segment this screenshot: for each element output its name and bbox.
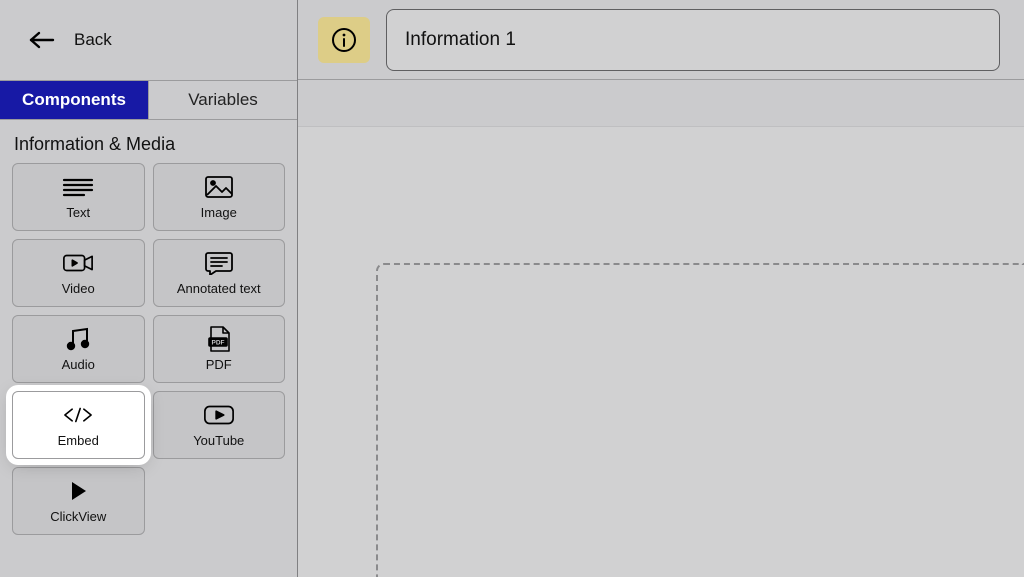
- tab-variables[interactable]: Variables: [148, 81, 297, 119]
- play-icon: [62, 479, 94, 503]
- tile-youtube[interactable]: YouTube: [153, 391, 286, 459]
- tile-image[interactable]: Image: [153, 163, 286, 231]
- tile-pdf[interactable]: PDF PDF: [153, 315, 286, 383]
- right-panel: [298, 0, 1024, 577]
- image-icon: [203, 175, 235, 199]
- title-input[interactable]: [386, 9, 1000, 71]
- tile-label: Video: [62, 281, 95, 296]
- tile-label: YouTube: [193, 433, 244, 448]
- left-panel: Back Components Variables Information & …: [0, 0, 298, 577]
- tile-label: Image: [201, 205, 237, 220]
- tile-label: PDF: [206, 357, 232, 372]
- tile-label: Text: [66, 205, 90, 220]
- component-grid: Text Image: [0, 163, 297, 535]
- pdf-icon: PDF: [203, 327, 235, 351]
- header-gap: [298, 80, 1024, 126]
- tile-annotated-text[interactable]: Annotated text: [153, 239, 286, 307]
- tile-embed[interactable]: Embed: [12, 391, 145, 459]
- tile-label: Audio: [62, 357, 95, 372]
- tile-label: ClickView: [50, 509, 106, 524]
- youtube-icon: [203, 403, 235, 427]
- back-button[interactable]: Back: [0, 0, 297, 80]
- audio-icon: [62, 327, 94, 351]
- tile-label: Annotated text: [177, 281, 261, 296]
- svg-text:PDF: PDF: [211, 339, 224, 346]
- tile-clickview[interactable]: ClickView: [12, 467, 145, 535]
- arrow-left-icon: [28, 26, 56, 54]
- tile-text[interactable]: Text: [12, 163, 145, 231]
- right-header: [298, 0, 1024, 80]
- tab-row: Components Variables: [0, 80, 297, 120]
- info-icon: [331, 27, 357, 53]
- back-label: Back: [74, 30, 112, 50]
- text-lines-icon: [62, 175, 94, 199]
- section-title: Information & Media: [0, 120, 297, 163]
- info-badge[interactable]: [318, 17, 370, 63]
- drop-target[interactable]: [376, 263, 1024, 577]
- annotated-text-icon: [203, 251, 235, 275]
- canvas-area[interactable]: [298, 126, 1024, 577]
- tile-audio[interactable]: Audio: [12, 315, 145, 383]
- tile-video[interactable]: Video: [12, 239, 145, 307]
- embed-icon: [62, 403, 94, 427]
- tile-label: Embed: [58, 433, 99, 448]
- tab-components[interactable]: Components: [0, 81, 148, 119]
- video-icon: [62, 251, 94, 275]
